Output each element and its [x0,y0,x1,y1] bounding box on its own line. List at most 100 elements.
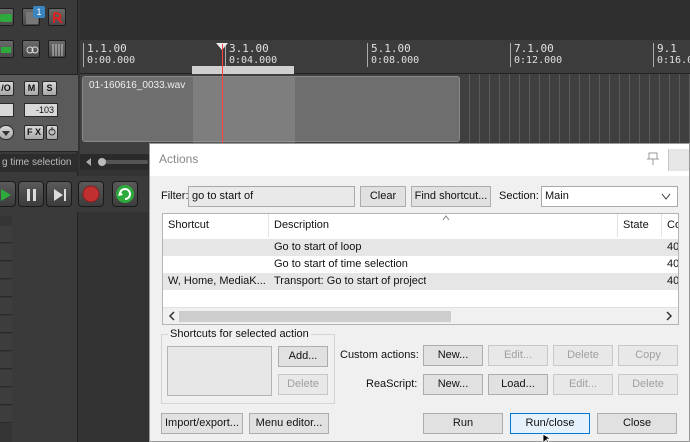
ruler-time-label: 0:16.0 [657,55,690,66]
ruler-time-label: 0:12.000 [514,55,563,66]
row-description: Go to start of time selection [274,258,408,270]
media-item[interactable]: 01-160616_0033.wav [82,76,460,143]
track-slot[interactable] [0,262,12,279]
toolbar-button-green[interactable] [0,8,14,26]
import-export-button[interactable]: Import/export... [161,413,243,434]
run-button[interactable]: Run [423,413,503,434]
track-name-stub[interactable] [0,103,14,117]
io-button[interactable]: /O [0,81,14,96]
track-slot[interactable] [0,244,12,261]
actions-dialog: Actions Filter: go to start of Clear Fin… [149,143,690,442]
time-selection-bar[interactable] [192,66,294,74]
skip-end-icon [54,189,66,201]
column-header-cmd[interactable]: Co [662,214,678,237]
ruler-top-area [80,0,690,40]
track-slot[interactable] [0,334,12,351]
toolbar-button-ripple[interactable] [48,8,66,26]
table-row[interactable]: Go to start of loop 40 [163,239,678,256]
section-value: Main [545,190,569,202]
pan-knob[interactable] [0,125,14,140]
column-header-description[interactable]: Description [269,214,618,237]
custom-edit-button[interactable]: Edit... [488,345,548,366]
link-icon [26,46,39,54]
repeat-button[interactable] [112,181,138,207]
arrange-hscrollbar[interactable] [80,154,150,170]
custom-new-button[interactable]: New... [423,345,483,366]
mixer-track-list [0,216,12,442]
track-slot[interactable] [0,226,12,243]
track-slot[interactable] [0,388,12,405]
track-header[interactable]: /O M S -103 F X [0,74,78,152]
column-header-state[interactable]: State [618,214,662,237]
toolbar-button-snap[interactable] [0,40,14,58]
table-row[interactable]: W, Home, MediaK... Transport: Go to star… [163,273,678,290]
mouse-cursor-icon [542,433,553,442]
custom-delete-button[interactable]: Delete [553,345,613,366]
go-to-end-button[interactable] [46,181,72,207]
filter-input[interactable]: go to start of [188,186,355,207]
custom-copy-button[interactable]: Copy [618,345,678,366]
scroll-left-icon[interactable] [167,311,177,321]
status-text: g time selection [0,154,78,172]
fx-button[interactable]: F X [24,125,44,140]
track-slot[interactable] [0,280,12,297]
toolbar-button-link[interactable] [22,40,40,58]
track-slot[interactable] [0,316,12,333]
solo-button[interactable]: S [42,81,57,96]
reascript-delete-button[interactable]: Delete [618,374,678,395]
ruler-mark: 5.1.00 0:08.000 [367,43,419,67]
timeline-ruler[interactable]: 1.1.00 0:00.000 3.1.00 0:04.000 5.1.00 0… [80,40,690,74]
play-button[interactable] [0,181,16,207]
pause-button[interactable] [18,181,44,207]
ruler-mark: 7.1.00 0:12.000 [510,43,562,67]
mute-button[interactable]: M [24,81,39,96]
ruler-mark: 9.1 0:16.0 [653,43,690,67]
scroll-right-icon[interactable] [664,311,674,321]
record-button[interactable] [78,181,104,207]
filter-label: Filter: [161,190,189,202]
chevron-down-icon [2,131,10,136]
arrange-grid [460,74,690,154]
find-shortcut-button[interactable]: Find shortcut... [411,186,491,207]
fx-bypass-button[interactable] [46,125,58,140]
record-icon [82,185,100,203]
delete-shortcut-button[interactable]: Delete [278,374,328,395]
row-shortcut: W, Home, MediaK... [168,275,266,287]
shortcuts-group: Shortcuts for selected action Add... Del… [161,328,335,404]
menu-editor-button[interactable]: Menu editor... [249,413,329,434]
custom-actions-label: Custom actions: [340,349,419,361]
dialog-close-button[interactable] [668,149,689,171]
badge-count: 1 [33,6,45,18]
ruler-bar-label: 5.1.00 [371,42,411,55]
ripple-edit-icon [53,12,63,24]
clear-button[interactable]: Clear [360,186,406,207]
arrange-view[interactable]: 01-160616_0033.wav [80,74,690,154]
toolbar-button-grid[interactable] [48,40,66,58]
column-header-shortcut[interactable]: Shortcut [163,214,269,237]
ruler-bar-label: 9.1 [657,42,677,55]
media-item-name: 01-160616_0033.wav [89,80,186,91]
table-row[interactable]: Go to start of time selection 40 [163,256,678,273]
actions-list[interactable]: Shortcut Description State Co Go to star… [162,213,679,325]
reascript-load-button[interactable]: Load... [488,374,548,395]
dialog-titlebar[interactable]: Actions [150,144,689,176]
shortcuts-list[interactable] [167,346,272,396]
reascript-new-button[interactable]: New... [423,374,483,395]
sort-ascending-icon [442,215,450,221]
scrollbar-thumb[interactable] [179,311,451,322]
track-slot[interactable] [0,406,12,423]
list-hscrollbar[interactable] [163,307,678,324]
reascript-edit-button[interactable]: Edit... [553,374,613,395]
track-slot[interactable] [0,298,12,315]
track-volume-field[interactable]: -103 [24,103,58,117]
track-slot[interactable] [0,370,12,387]
add-shortcut-button[interactable]: Add... [278,346,328,367]
shortcuts-group-label: Shortcuts for selected action [168,328,311,340]
run-close-button[interactable]: Run/close [510,413,590,434]
section-select[interactable]: Main [541,186,678,207]
toolbar-button-badge[interactable]: 1 [22,6,45,26]
pin-icon[interactable] [645,151,661,167]
track-slot[interactable] [0,352,12,369]
transport-bar [0,176,148,212]
close-button[interactable]: Close [597,413,677,434]
